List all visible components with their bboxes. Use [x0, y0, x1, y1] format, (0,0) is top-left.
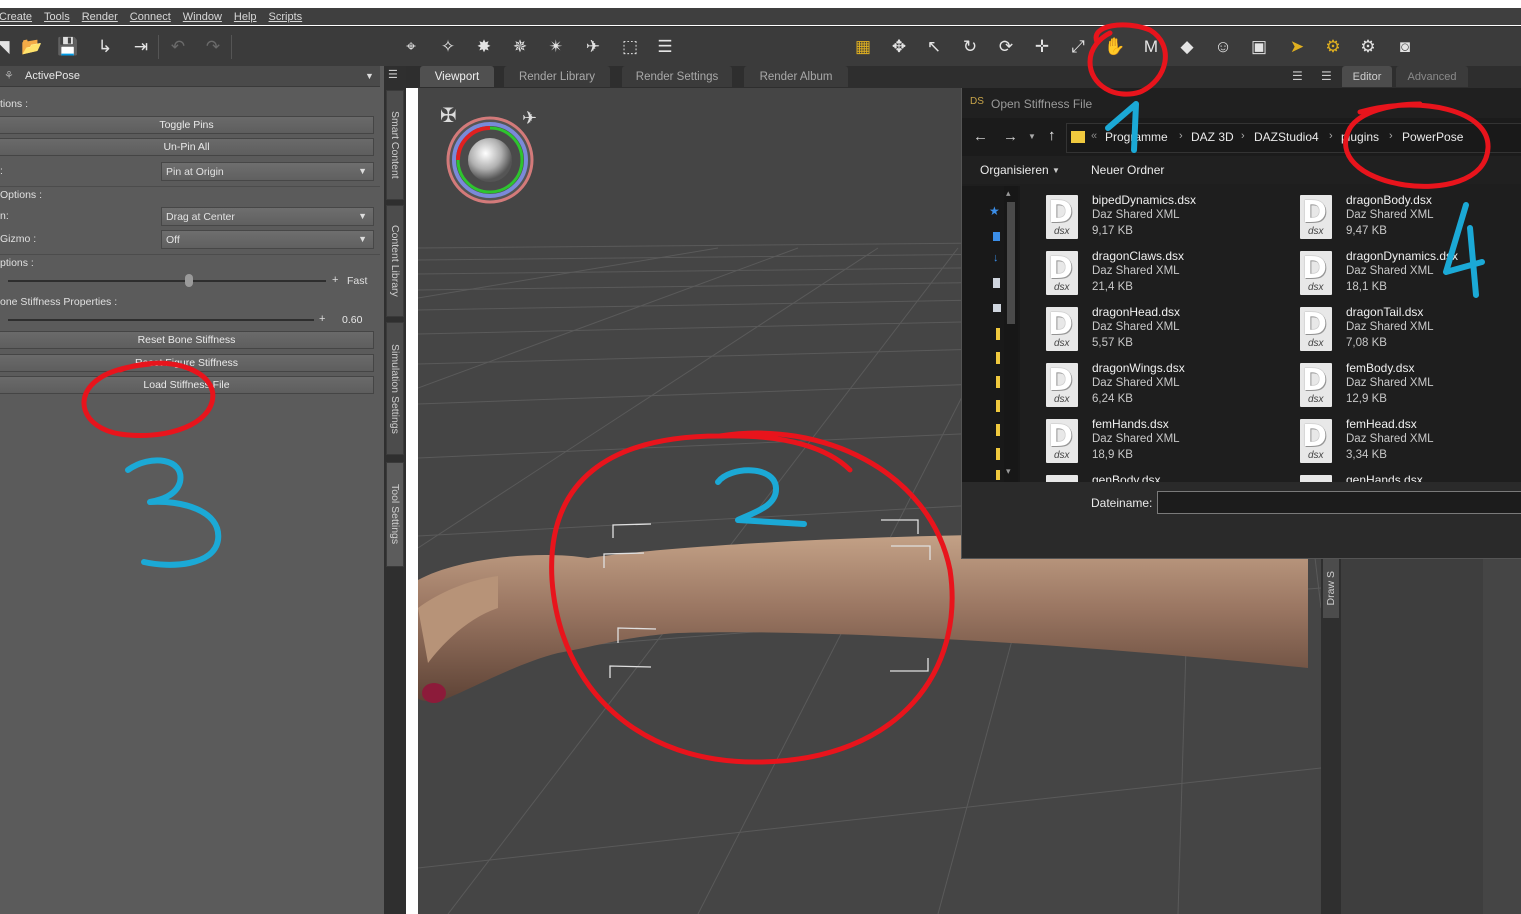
blue-number-3	[125, 457, 222, 568]
red-circle-2	[549, 430, 955, 765]
blue-number-4	[1443, 202, 1485, 298]
red-circle-1	[1087, 22, 1168, 97]
red-circle-4	[1343, 101, 1491, 189]
annotation-overlay	[81, 22, 1491, 765]
blue-number-1	[1105, 101, 1139, 153]
blue-number-2	[715, 467, 807, 527]
red-circle-3	[81, 360, 216, 439]
